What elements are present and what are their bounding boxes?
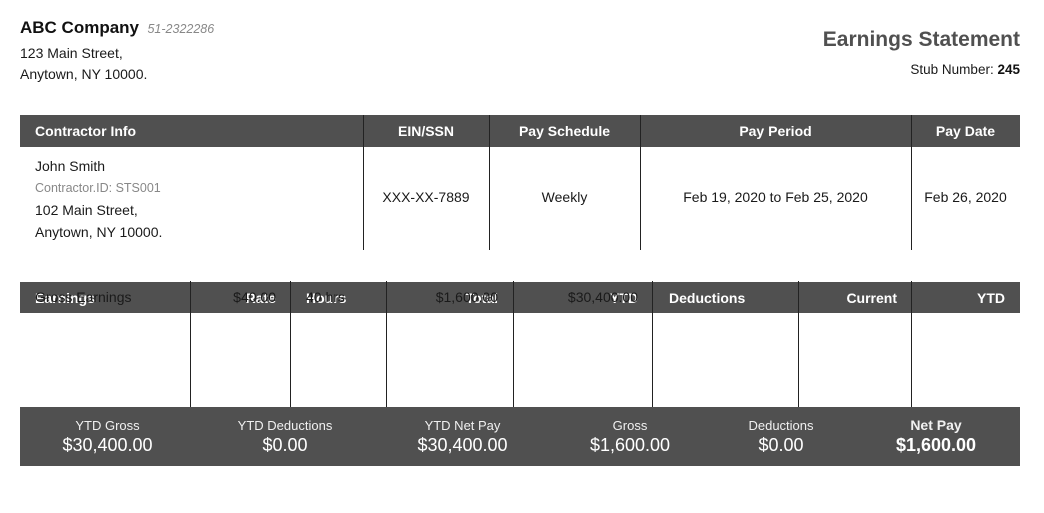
contractor-id: Contractor.ID: STS001	[35, 181, 161, 195]
summary-value: $30,400.00	[62, 434, 153, 455]
summary-net-pay: Net Pay $1,600.00	[852, 407, 1020, 466]
summary-value: $30,400.00	[417, 434, 508, 455]
summary-ytd-net-pay: YTD Net Pay $30,400.00	[375, 407, 550, 466]
info-table-body: John Smith Contractor.ID: STS001 102 Mai…	[20, 147, 1020, 250]
earnings-rate: $40.00	[233, 289, 276, 305]
statement-title: Earnings Statement	[822, 28, 1020, 51]
company-address-line2: Anytown, NY 10000.	[20, 66, 148, 82]
column-divider	[911, 115, 912, 147]
summary-ytd-gross: YTD Gross $30,400.00	[20, 407, 195, 466]
contractor-info-cell: John Smith Contractor.ID: STS001 102 Mai…	[35, 155, 162, 243]
column-divider	[640, 115, 641, 147]
company-address-line1: 123 Main Street,	[20, 45, 123, 61]
summary-label: YTD Deductions	[237, 417, 333, 433]
header-ein-ssn: EIN/SSN	[397, 123, 454, 139]
column-divider	[640, 147, 641, 250]
company-info: ABC Company 51-2322286 123 Main Street, …	[20, 18, 214, 85]
column-divider	[911, 147, 912, 250]
summary-value: $0.00	[262, 434, 308, 455]
column-divider	[386, 281, 387, 407]
summary-label: YTD Gross	[75, 417, 140, 433]
column-divider	[190, 281, 191, 407]
column-divider	[489, 147, 490, 250]
statement-header: Earnings Statement Stub Number: 245	[823, 28, 1020, 77]
contractor-address-line2: Anytown, NY 10000.	[35, 224, 163, 240]
summary-deductions: Deductions $0.00	[710, 407, 852, 466]
info-table-header: Contractor Info EIN/SSN Pay Schedule Pay…	[20, 115, 1020, 147]
header-pay-period: Pay Period	[739, 123, 812, 139]
contractor-name: John Smith	[35, 158, 106, 174]
earnings-type: Gross Earnings	[35, 289, 132, 305]
company-ein: 51-2322286	[147, 22, 215, 36]
summary-label: Net Pay	[910, 417, 962, 433]
header-pay-schedule: Pay Schedule	[518, 123, 611, 139]
summary-value: $1,600.00	[895, 435, 977, 455]
column-divider	[363, 115, 364, 147]
stub-value: 245	[997, 62, 1020, 77]
earnings-hours: 40 hrs	[306, 289, 345, 305]
ein-ssn-value: XXX-XX-7889	[382, 189, 470, 205]
contractor-address-line1: 102 Main Street,	[35, 202, 138, 218]
column-divider	[489, 115, 490, 147]
column-divider	[290, 281, 291, 407]
earnings-table-body: Gross Earnings $40.00 40 hrs $1,600.00 $…	[20, 281, 1020, 407]
pay-date-value: Feb 26, 2020	[924, 189, 1007, 205]
summary-ytd-deductions: YTD Deductions $0.00	[195, 407, 375, 466]
summary-value: $0.00	[758, 434, 804, 455]
summary-value: $1,600.00	[589, 434, 671, 455]
summary-footer: YTD Gross $30,400.00 YTD Deductions $0.0…	[20, 407, 1020, 466]
pay-period-value: Feb 19, 2020 to Feb 25, 2020	[683, 189, 868, 205]
company-name: ABC Company	[20, 18, 140, 37]
column-divider	[363, 147, 364, 250]
pay-schedule-value: Weekly	[541, 189, 588, 205]
stub-label: Stub Number:	[910, 62, 994, 77]
header-pay-date: Pay Date	[935, 123, 996, 139]
stub-number: Stub Number: 245	[823, 62, 1020, 77]
summary-label: YTD Net Pay	[424, 417, 501, 433]
earnings-ytd: $30,400.00	[567, 289, 638, 305]
summary-label: Gross	[612, 417, 648, 433]
summary-gross: Gross $1,600.00	[550, 407, 710, 466]
column-divider	[798, 281, 799, 407]
column-divider	[513, 281, 514, 407]
column-divider	[652, 281, 653, 407]
column-divider	[911, 281, 912, 407]
header-contractor-info: Contractor Info	[35, 123, 137, 139]
earnings-total: $1,600.00	[435, 289, 498, 305]
summary-label: Deductions	[748, 417, 814, 433]
